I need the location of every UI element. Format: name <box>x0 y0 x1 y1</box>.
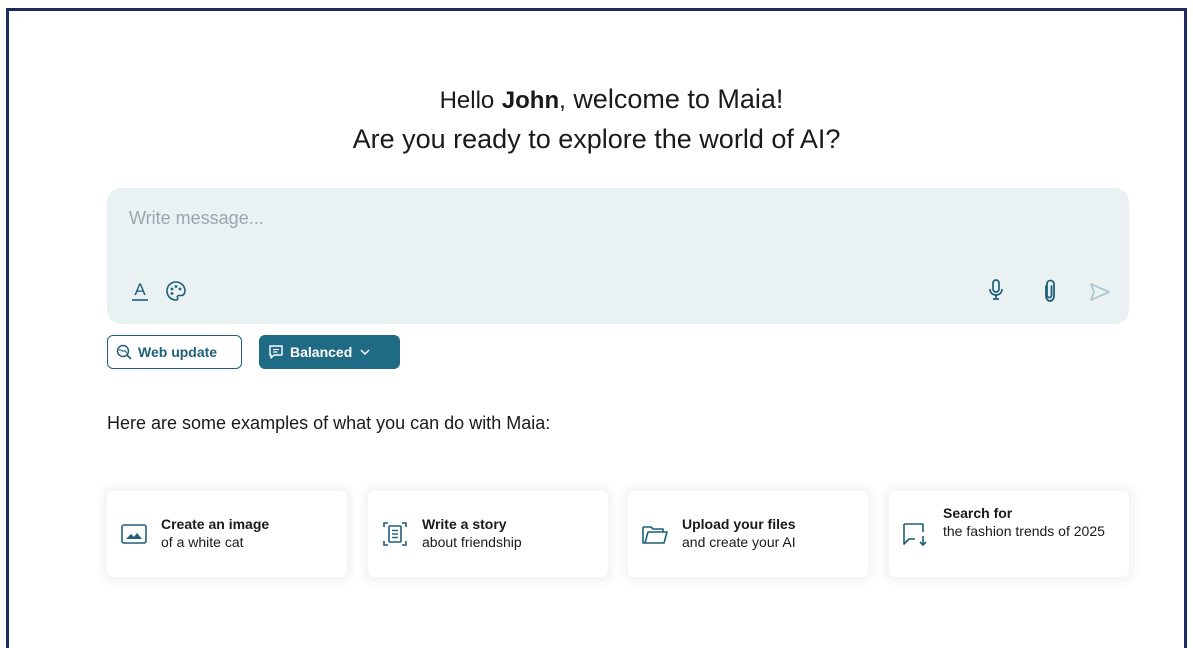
document-icon <box>380 519 410 549</box>
examples-heading: Here are some examples of what you can d… <box>107 413 551 433</box>
greeting-hello: Hello <box>439 87 495 114</box>
message-input[interactable] <box>127 202 1031 234</box>
folder-icon <box>640 519 670 549</box>
example-title: Write a story <box>422 516 507 532</box>
example-subtitle: and create your AI <box>682 534 796 550</box>
chat-bubble-icon <box>268 344 284 360</box>
paperclip-icon[interactable] <box>1037 278 1063 304</box>
mode-dropdown[interactable]: Balanced <box>259 335 400 369</box>
example-subtitle: about friendship <box>422 534 522 550</box>
web-search-icon <box>116 344 132 360</box>
palette-icon[interactable] <box>163 278 189 304</box>
microphone-icon[interactable] <box>983 277 1009 303</box>
user-name: John <box>501 87 560 114</box>
example-card-create-image[interactable]: Create an image of a white cat <box>107 491 347 577</box>
greeting-welcome: welcome to Maia! <box>573 84 784 114</box>
message-composer: A <box>107 188 1129 324</box>
send-icon[interactable] <box>1087 279 1113 305</box>
greeting-line-1: Hello John, welcome to Maia! <box>9 81 1184 119</box>
svg-text:A: A <box>134 280 146 299</box>
text-format-icon[interactable]: A <box>127 278 153 304</box>
mode-label: Balanced <box>290 344 353 360</box>
example-card-upload-files[interactable]: Upload your files and create your AI <box>628 491 868 577</box>
example-subtitle: the fashion trends of 2025 <box>943 523 1105 539</box>
example-title: Upload your files <box>682 516 796 532</box>
example-card-search[interactable]: Search for the fashion trends of 2025 <box>889 491 1129 577</box>
web-update-label: Web update <box>138 344 218 360</box>
example-title: Create an image <box>161 516 270 532</box>
web-update-button[interactable]: Web update <box>107 335 242 369</box>
example-subtitle: of a white cat <box>161 534 244 550</box>
app-frame: Hello John, welcome to Maia! Are you rea… <box>6 8 1187 648</box>
greeting-question: Are you ready to explore the world of AI… <box>352 124 841 154</box>
example-title: Search for <box>943 505 1013 521</box>
image-icon <box>119 519 149 549</box>
greeting: Hello John, welcome to Maia! Are you rea… <box>9 81 1184 159</box>
search-chat-icon <box>901 519 931 549</box>
greeting-comma: , <box>559 87 566 114</box>
chevron-down-icon <box>360 348 370 356</box>
example-card-write-story[interactable]: Write a story about friendship <box>368 491 608 577</box>
